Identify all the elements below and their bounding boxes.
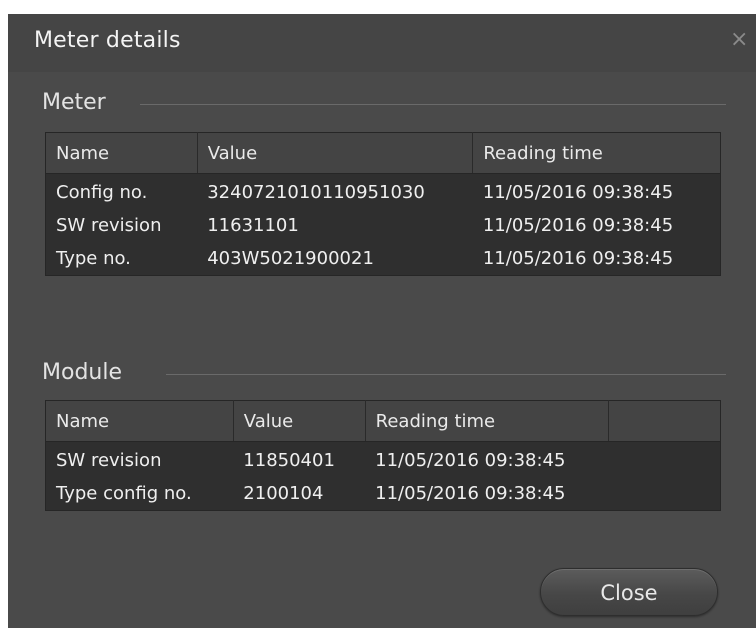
table-row[interactable]: Config no. 3240721010110951030 11/05/201… [46,174,721,210]
module-section-label: Module [42,360,122,385]
table-row[interactable]: Type no. 403W5021900021 11/05/2016 09:38… [46,242,721,276]
table-row[interactable]: Type config no. 2100104 11/05/2016 09:38… [46,477,721,511]
meter-table: Name Value Reading time Config no. 32407… [45,132,721,276]
module-header-name[interactable]: Name [45,400,234,442]
dialog-titlebar: Meter details × [8,14,756,72]
module-header-reading-time[interactable]: Reading time [365,400,610,442]
table-row[interactable]: SW revision 11850401 11/05/2016 09:38:45 [46,442,721,478]
module-section-divider [166,374,726,375]
cell-name: Type config no. [56,483,192,504]
cell-reading-time: 11/05/2016 09:38:45 [375,450,566,471]
meter-header-name[interactable]: Name [45,132,198,174]
module-table-header: Name Value Reading time [45,400,721,442]
close-button[interactable]: Close [540,568,718,616]
cell-value: 2100104 [243,483,324,504]
module-header-filler [608,400,721,442]
cell-value: 3240721010110951030 [207,182,425,203]
meter-table-header: Name Value Reading time [45,132,721,174]
cell-name: Type no. [56,248,131,269]
cell-reading-time: 11/05/2016 09:38:45 [375,483,566,504]
meter-details-dialog: Meter details × Meter Name Value Reading… [8,14,756,628]
cell-name: SW revision [56,450,162,471]
cell-name: SW revision [56,215,162,236]
dialog-title: Meter details [34,28,181,53]
module-table: Name Value Reading time SW revision 1185… [45,400,721,511]
cell-reading-time: 11/05/2016 09:38:45 [482,248,674,269]
cell-name: Config no. [56,182,148,203]
meter-header-reading-time[interactable]: Reading time [472,132,721,174]
cell-reading-time: 11/05/2016 09:38:45 [482,215,674,236]
cell-reading-time: 11/05/2016 09:38:45 [482,182,674,203]
meter-header-value[interactable]: Value [197,132,474,174]
cell-empty [609,477,721,511]
meter-section-label: Meter [42,90,106,115]
cell-empty [609,442,721,478]
cell-value: 403W5021900021 [207,248,374,269]
cell-value: 11850401 [243,450,335,471]
cell-value: 11631101 [207,215,299,236]
close-icon[interactable]: × [730,29,748,51]
module-header-value[interactable]: Value [233,400,366,442]
table-row[interactable]: SW revision 11631101 11/05/2016 09:38:45 [46,209,721,242]
meter-section-divider [140,104,726,105]
